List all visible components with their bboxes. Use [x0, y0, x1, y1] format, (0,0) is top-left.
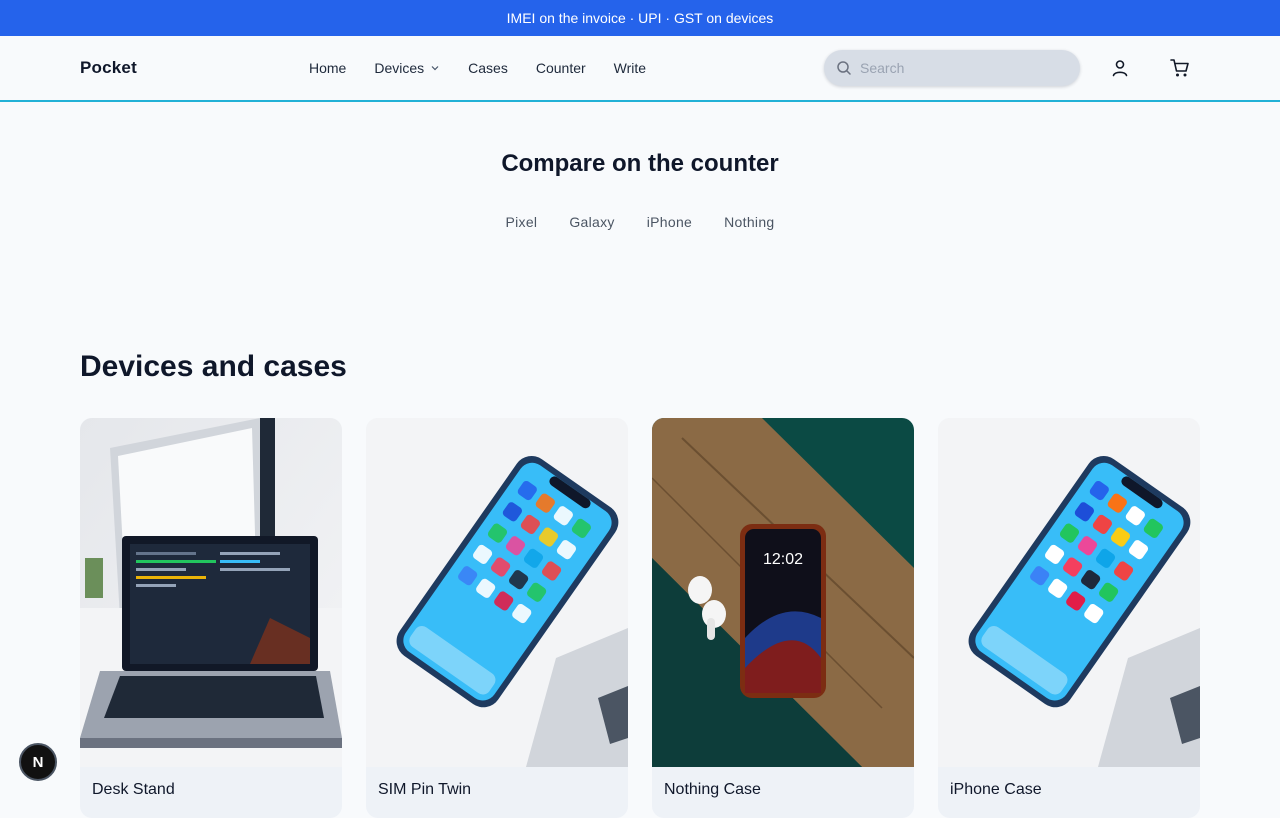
nav-counter-label: Counter — [535, 60, 586, 76]
nav-cases[interactable]: Cases — [454, 60, 522, 76]
nav-cases-label: Cases — [468, 60, 508, 76]
brand-tab-pixel[interactable]: Pixel — [506, 214, 538, 230]
nav-home-label: Home — [309, 60, 347, 76]
product-name: Desk Stand — [92, 781, 175, 798]
product-name: SIM Pin Twin — [378, 781, 472, 798]
product-card[interactable]: SIM Pin Twin — [366, 418, 628, 818]
search-input[interactable] — [860, 60, 1060, 76]
svg-text:12:02: 12:02 — [763, 551, 803, 568]
cart-icon — [1170, 59, 1189, 77]
product-image-laptop — [80, 418, 342, 767]
brand-tab-iphone[interactable]: iPhone — [647, 214, 692, 230]
product-card[interactable]: Desk Stand — [80, 418, 342, 818]
product-name: Nothing Case — [664, 781, 761, 798]
chevron-down-icon — [431, 66, 439, 71]
main-nav: Home Devices Cases Counter Write — [295, 36, 660, 100]
nav-home[interactable]: Home — [295, 60, 360, 76]
compare-section: Compare on the counter Pixel Galaxy iPho… — [0, 102, 1280, 230]
account-button[interactable] — [1108, 56, 1132, 80]
product-image-iphone — [366, 418, 628, 767]
nav-devices[interactable]: Devices — [360, 60, 454, 76]
product-grid: Desk Stand SIM Pin Twin 12:02 Nothing Ca… — [80, 418, 1200, 818]
product-image-iphone-on-wood: 12:02 — [652, 418, 914, 767]
product-image-iphone — [938, 418, 1200, 767]
nav-counter[interactable]: Counter — [522, 60, 600, 76]
dev-tools-button[interactable]: N — [19, 743, 57, 781]
product-card[interactable]: iPhone Case — [938, 418, 1200, 818]
brand-tabs: Pixel Galaxy iPhone Nothing — [0, 214, 1280, 230]
search-box[interactable] — [824, 50, 1080, 86]
product-card[interactable]: 12:02 Nothing Case — [652, 418, 914, 818]
brand-tab-galaxy[interactable]: Galaxy — [569, 214, 614, 230]
promo-text: IMEI on the invoice · UPI · GST on devic… — [506, 10, 774, 26]
promo-banner: IMEI on the invoice · UPI · GST on devic… — [0, 0, 1280, 36]
cart-button[interactable] — [1168, 56, 1192, 80]
product-name: iPhone Case — [950, 781, 1042, 798]
search-icon — [837, 61, 851, 75]
products-section-title: Devices and cases — [80, 350, 347, 383]
user-icon — [1112, 60, 1128, 77]
nav-write-label: Write — [613, 60, 647, 76]
brand-tab-nothing[interactable]: Nothing — [724, 214, 774, 230]
nav-write[interactable]: Write — [600, 60, 660, 76]
nav-devices-label: Devices — [374, 60, 425, 76]
site-logo[interactable]: Pocket — [80, 58, 137, 78]
site-header: Pocket Home Devices Cases Counter Write — [0, 36, 1280, 102]
compare-title: Compare on the counter — [501, 150, 779, 177]
